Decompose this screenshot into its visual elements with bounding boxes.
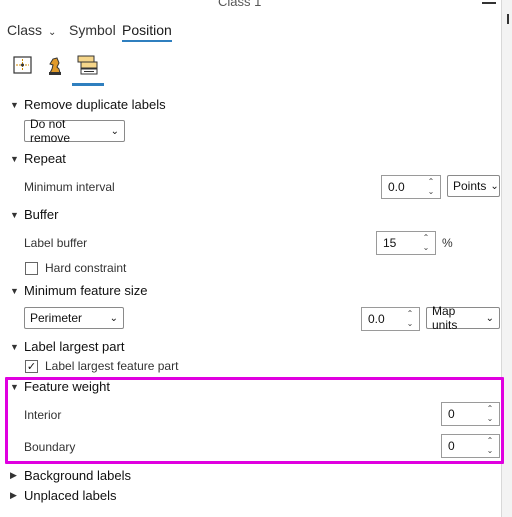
input-value: 0.0 [368, 312, 385, 326]
expand-icon: ▶ [10, 470, 17, 480]
section-label: Feature weight [24, 379, 110, 394]
remove-duplicates-select[interactable]: Do not remove ⌄ [24, 117, 125, 145]
section-feature-weight[interactable]: ▼ Feature weight [10, 379, 110, 394]
hard-constraint-label: Hard constraint [45, 261, 127, 275]
select-value: Perimeter [30, 311, 83, 325]
placement-icon [13, 56, 32, 74]
hard-constraint-option[interactable]: Hard constraint [25, 261, 126, 275]
spinner-icon[interactable]: ⌃ ⌄ [420, 233, 432, 253]
interval-unit-select[interactable]: Points ⌄ [447, 175, 500, 197]
section-unplaced-labels[interactable]: ▶ Unplaced labels [10, 488, 117, 503]
boundary-label: Boundary [24, 440, 76, 454]
tab-class[interactable]: Class ⌄ [7, 22, 56, 38]
input-value: 0 [448, 407, 455, 421]
conflict-resolution-pane-button[interactable] [43, 54, 67, 76]
label-stack-icon [77, 55, 98, 75]
chess-knight-icon [49, 57, 61, 75]
select-value: Map units [432, 304, 458, 332]
input-value: 15 [383, 236, 397, 250]
pane-underline [72, 83, 104, 86]
label-buffer-input[interactable]: 15 ⌃ ⌄ [376, 231, 436, 255]
spinner-icon[interactable]: ⌃ ⌄ [425, 177, 437, 197]
collapse-icon: ▼ [10, 153, 19, 164]
section-min-feature-size[interactable]: ▼ Minimum feature size [10, 283, 148, 298]
chevron-down-icon: ⌄ [48, 27, 57, 38]
feature-size-unit-select[interactable]: Map units ⌄ [426, 304, 500, 332]
collapse-icon: ▼ [10, 381, 19, 392]
minimum-interval-input[interactable]: 0.0 ⌃ ⌄ [381, 175, 441, 199]
buffer-unit-label: % [442, 236, 453, 250]
section-remove-duplicates[interactable]: ▼ Remove duplicate labels [10, 97, 166, 112]
collapse-icon: ▼ [10, 99, 19, 110]
collapse-icon: ▼ [10, 285, 19, 296]
collapse-icon: ▼ [10, 209, 19, 220]
section-label: Background labels [24, 468, 131, 483]
min-feature-size-input[interactable]: 0.0 ⌃ ⌄ [361, 307, 420, 331]
placement-pane-button[interactable] [11, 54, 35, 76]
hard-constraint-checkbox[interactable] [25, 261, 38, 275]
interior-weight-input[interactable]: 0 ⌃ ⌄ [441, 402, 500, 426]
minimum-interval-label: Minimum interval [24, 180, 115, 194]
tab-position[interactable]: Position [122, 22, 172, 38]
spinner-icon[interactable]: ⌃ ⌄ [404, 309, 416, 329]
label-largest-option[interactable]: ✓ Label largest feature part [25, 359, 178, 373]
scrollbar-thumb[interactable] [507, 14, 509, 24]
spinner-icon[interactable]: ⌃ ⌄ [484, 436, 496, 456]
label-buffer-label: Label buffer [24, 236, 88, 250]
section-label: Repeat [24, 151, 66, 166]
tab-class-label: Class [7, 22, 43, 38]
section-repeat[interactable]: ▼ Repeat [10, 151, 66, 166]
section-label: Label largest part [24, 339, 125, 354]
label-largest-checkbox[interactable]: ✓ [25, 359, 38, 373]
label-largest-label: Label largest feature part [45, 359, 179, 373]
section-label: Unplaced labels [24, 488, 117, 503]
menu-icon[interactable] [482, 0, 496, 7]
input-value: 0 [448, 439, 455, 453]
section-label-largest-part[interactable]: ▼ Label largest part [10, 339, 124, 354]
section-label: Remove duplicate labels [24, 97, 166, 112]
chevron-down-icon: ⌄ [109, 312, 118, 324]
boundary-weight-input[interactable]: 0 ⌃ ⌄ [441, 434, 500, 458]
input-value: 0.0 [388, 180, 405, 194]
section-buffer[interactable]: ▼ Buffer [10, 207, 58, 222]
section-background-labels[interactable]: ▶ Background labels [10, 468, 131, 483]
section-label: Buffer [24, 207, 59, 222]
select-value: Points [453, 179, 487, 193]
feature-measure-select[interactable]: Perimeter ⌄ [24, 307, 124, 329]
expand-icon: ▶ [10, 490, 17, 500]
tab-symbol[interactable]: Symbol [69, 22, 116, 38]
tab-underline [122, 40, 172, 42]
section-label: Minimum feature size [24, 283, 148, 298]
fitting-strategy-pane-button[interactable] [75, 54, 99, 76]
window-title: Class 1 [218, 0, 262, 9]
spinner-icon[interactable]: ⌃ ⌄ [484, 404, 496, 424]
interior-label: Interior [24, 408, 62, 422]
chevron-down-icon: ⌄ [490, 180, 499, 192]
collapse-icon: ▼ [10, 341, 19, 352]
select-value: Do not remove [30, 117, 71, 145]
chevron-down-icon: ⌄ [110, 125, 119, 137]
chevron-down-icon: ⌄ [485, 312, 494, 324]
